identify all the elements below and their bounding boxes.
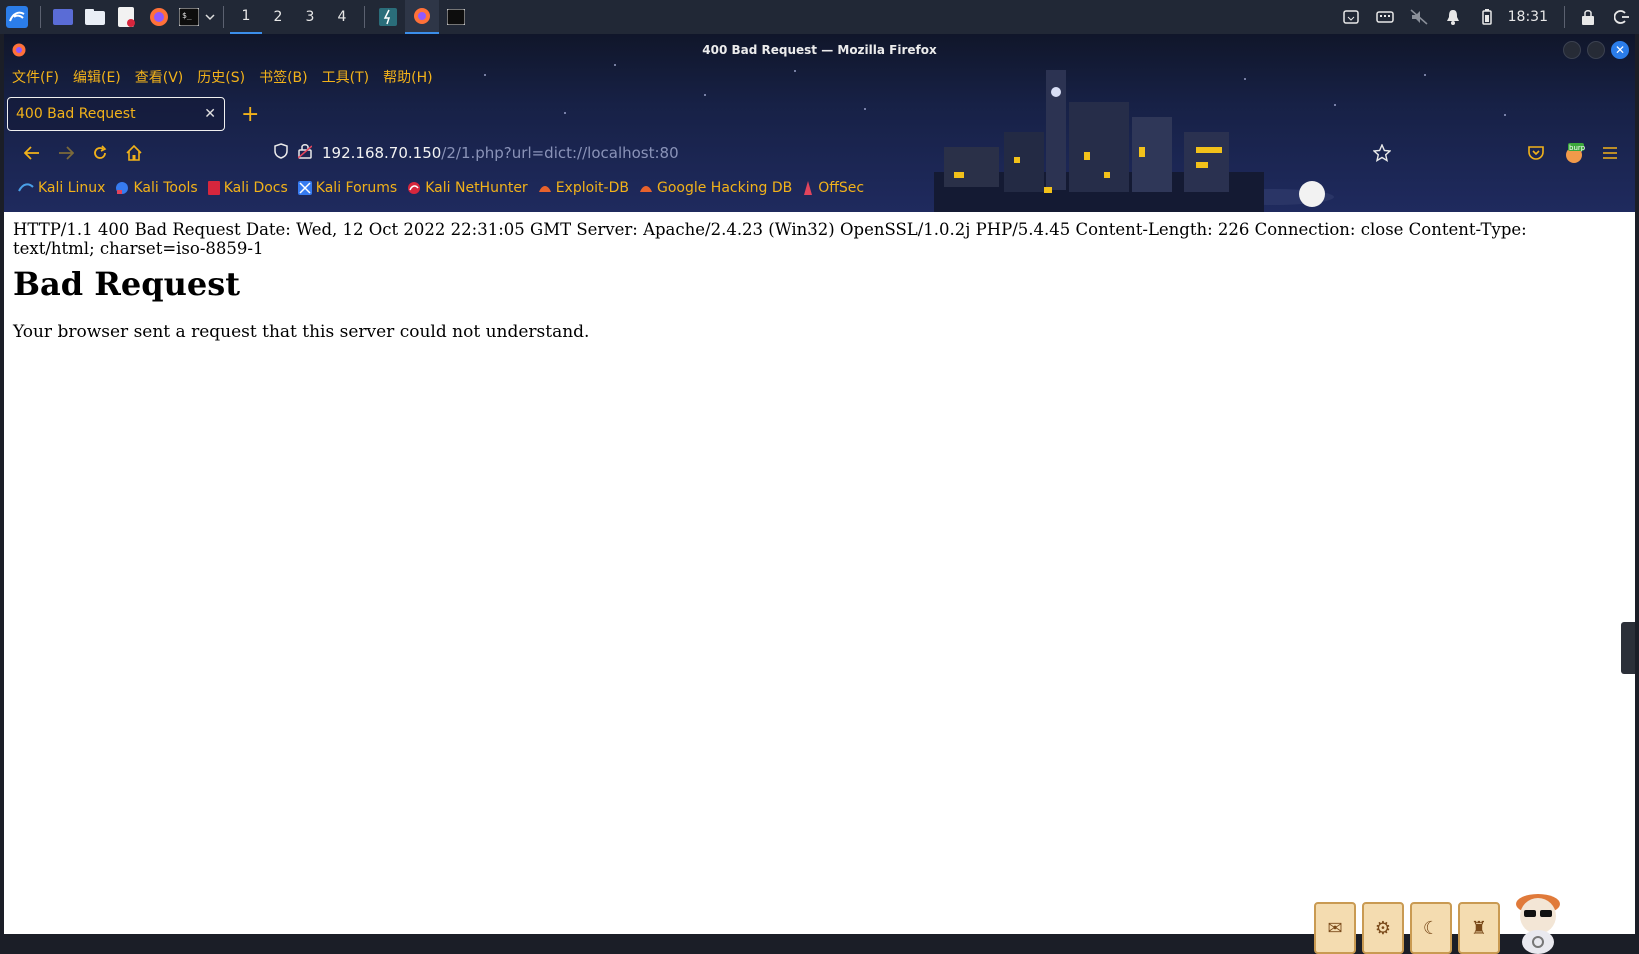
window-title: 400 Bad Request — Mozilla Firefox (702, 43, 937, 57)
workspace-3[interactable]: 3 (294, 0, 326, 34)
kali-forums-icon (297, 181, 312, 195)
bookmark-label: Kali Linux (38, 180, 106, 196)
chevron-down-icon[interactable] (203, 0, 217, 34)
page-heading: Bad Request (13, 265, 241, 303)
bookmark-offsec[interactable]: OffSec (802, 180, 864, 196)
kali-dragon-icon (18, 183, 34, 192)
forward-button[interactable] (50, 134, 82, 172)
terminal-launcher-icon[interactable]: $_ (175, 0, 203, 34)
exploit-db-icon (538, 186, 551, 192)
taskbar-burp-icon[interactable] (371, 0, 405, 34)
pet-scroll-settings-icon[interactable]: ⚙ (1362, 902, 1404, 954)
page-content: HTTP/1.1 400 Bad Request Date: Wed, 12 O… (4, 212, 1635, 954)
ghdb-icon (639, 186, 652, 192)
menubar: 文件(F) 编辑(E) 查看(V) 历史(S) 书签(B) 工具(T) 帮助(H… (12, 67, 433, 89)
bookmark-label: OffSec (818, 180, 865, 196)
firefox-icon (12, 42, 26, 61)
shield-icon[interactable] (274, 143, 288, 163)
pocket-icon[interactable] (1520, 134, 1552, 172)
tab-active[interactable]: 400 Bad Request ✕ (7, 97, 225, 131)
volume-muted-icon[interactable] (1402, 0, 1436, 34)
menu-history[interactable]: 历史(S) (197, 67, 245, 89)
workspace-2[interactable]: 2 (262, 0, 294, 34)
pet-scroll-shirt-icon[interactable]: ♜ (1458, 902, 1500, 954)
menu-tools[interactable]: 工具(T) (322, 67, 369, 89)
side-panel-handle[interactable] (1621, 622, 1635, 674)
error-message: Your browser sent a request that this se… (13, 322, 590, 342)
bookmark-star-icon[interactable] (1366, 134, 1398, 172)
bookmarks-toolbar: Kali Linux Kali Tools Kali Docs Kali For… (18, 176, 864, 200)
kali-docs-icon (207, 181, 220, 195)
file-manager-icon[interactable] (79, 0, 111, 34)
bookmark-kali-tools[interactable]: Kali Tools (115, 180, 198, 196)
minimize-button[interactable] (1563, 41, 1581, 59)
bookmark-kali-linux[interactable]: Kali Linux (18, 180, 105, 196)
desktop-pet-widget[interactable]: ✉ ⚙ ☾ ♜ (1314, 882, 1570, 954)
logout-icon[interactable] (1605, 0, 1639, 34)
menu-bookmarks[interactable]: 书签(B) (259, 67, 308, 89)
back-button[interactable] (16, 134, 48, 172)
screenshot-tray-icon[interactable] (1334, 0, 1368, 34)
bookmark-label: Kali Forums (315, 180, 398, 196)
url-host: 192.168.70.150 (322, 144, 442, 162)
svg-text:$_: $_ (182, 11, 192, 20)
maximize-button[interactable] (1587, 41, 1605, 59)
new-tab-button[interactable]: + (241, 102, 259, 127)
offsec-icon (804, 181, 813, 195)
kali-menu-icon[interactable] (0, 0, 34, 34)
tab-strip: 400 Bad Request ✕ + (7, 96, 259, 132)
navigation-toolbar: 192.168.70.150/2/1.php?url=dict://localh… (4, 134, 1635, 172)
kali-tools-icon (116, 182, 129, 194)
burp-extension-icon[interactable]: burp (1558, 134, 1590, 172)
taskbar-terminal-icon[interactable] (439, 0, 473, 34)
show-desktop-icon[interactable] (47, 0, 79, 34)
bookmark-label: Exploit-DB (555, 180, 629, 196)
burp-badge: burp (1569, 144, 1585, 152)
tab-close-icon[interactable]: ✕ (204, 106, 216, 122)
bookmark-label: Google Hacking DB (656, 180, 793, 196)
pet-scroll-moon-icon[interactable]: ☾ (1410, 902, 1452, 954)
bookmark-exploit-db[interactable]: Exploit-DB (538, 180, 629, 196)
taskbar-firefox-icon[interactable] (405, 0, 439, 34)
lock-screen-icon[interactable] (1571, 0, 1605, 34)
bookmark-kali-nethunter[interactable]: Kali NetHunter (407, 180, 528, 196)
keyboard-icon[interactable] (1368, 0, 1402, 34)
menu-file[interactable]: 文件(F) (12, 67, 59, 89)
lock-insecure-icon[interactable] (297, 143, 313, 163)
clock[interactable]: 18:31 (1504, 9, 1558, 25)
workspace-4[interactable]: 4 (326, 0, 358, 34)
pet-scroll-chat-icon[interactable]: ✉ (1314, 902, 1356, 954)
url-path: /2/1.php?url=dict://localhost:80 (441, 144, 679, 162)
hamburger-menu-icon[interactable] (1594, 134, 1626, 172)
workspace-1[interactable]: 1 (230, 0, 262, 34)
firefox-launcher-icon[interactable] (143, 0, 175, 34)
notification-bell-icon[interactable] (1436, 0, 1470, 34)
response-headers-text: HTTP/1.1 400 Bad Request Date: Wed, 12 O… (13, 220, 1527, 258)
menu-help[interactable]: 帮助(H) (383, 67, 432, 89)
battery-icon[interactable] (1470, 0, 1504, 34)
top-panel: $_ 1 2 3 4 18:31 (0, 0, 1639, 34)
firefox-window: 400 Bad Request — Mozilla Firefox ✕ 文件(F… (4, 34, 1635, 954)
pet-character-icon[interactable] (1506, 882, 1570, 954)
bookmark-kali-forums[interactable]: Kali Forums (297, 180, 398, 196)
menu-edit[interactable]: 编辑(E) (73, 67, 121, 89)
tab-title: 400 Bad Request (16, 106, 136, 122)
bookmark-label: Kali Docs (223, 180, 288, 196)
kali-nethunter-icon (408, 182, 421, 194)
bookmark-label: Kali NetHunter (425, 180, 528, 196)
bookmark-google-hacking-db[interactable]: Google Hacking DB (639, 180, 792, 196)
url-bar[interactable]: 192.168.70.150/2/1.php?url=dict://localh… (274, 140, 1374, 166)
browser-chrome: 400 Bad Request — Mozilla Firefox ✕ 文件(F… (4, 34, 1635, 212)
home-button[interactable] (118, 134, 150, 172)
text-editor-icon[interactable] (111, 0, 143, 34)
close-window-button[interactable]: ✕ (1611, 41, 1629, 59)
bookmark-label: Kali Tools (133, 180, 198, 196)
menu-view[interactable]: 查看(V) (135, 67, 184, 89)
window-controls: ✕ (1563, 41, 1629, 59)
reload-button[interactable] (84, 134, 116, 172)
bookmark-kali-docs[interactable]: Kali Docs (207, 180, 288, 196)
